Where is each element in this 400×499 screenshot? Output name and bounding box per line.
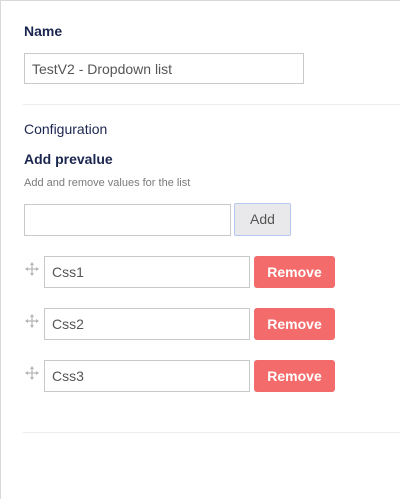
remove-button[interactable]: Remove — [254, 308, 335, 340]
prevalue-row: Remove — [23, 308, 343, 340]
move-handle-icon[interactable] — [25, 262, 39, 276]
prevalue-description: Add and remove values for the list — [24, 177, 191, 189]
new-prevalue-input[interactable] — [24, 204, 231, 236]
section-divider — [23, 432, 400, 433]
move-handle-icon[interactable] — [25, 314, 39, 328]
prevalue-input[interactable] — [44, 256, 250, 288]
name-label: Name — [24, 23, 63, 39]
remove-button[interactable]: Remove — [254, 256, 335, 288]
remove-button[interactable]: Remove — [254, 360, 335, 392]
prevalue-row: Remove — [23, 360, 343, 392]
add-button[interactable]: Add — [234, 203, 291, 236]
prevalue-input[interactable] — [44, 308, 250, 340]
name-input[interactable] — [24, 53, 304, 84]
prevalue-row: Remove — [23, 256, 343, 288]
move-handle-icon[interactable] — [25, 366, 39, 380]
prevalue-input[interactable] — [44, 360, 250, 392]
configuration-heading: Configuration — [24, 121, 108, 137]
prevalue-editor-panel: Name Configuration Add prevalue Add and … — [0, 0, 400, 499]
section-divider — [23, 104, 400, 105]
add-prevalue-label: Add prevalue — [24, 151, 113, 167]
